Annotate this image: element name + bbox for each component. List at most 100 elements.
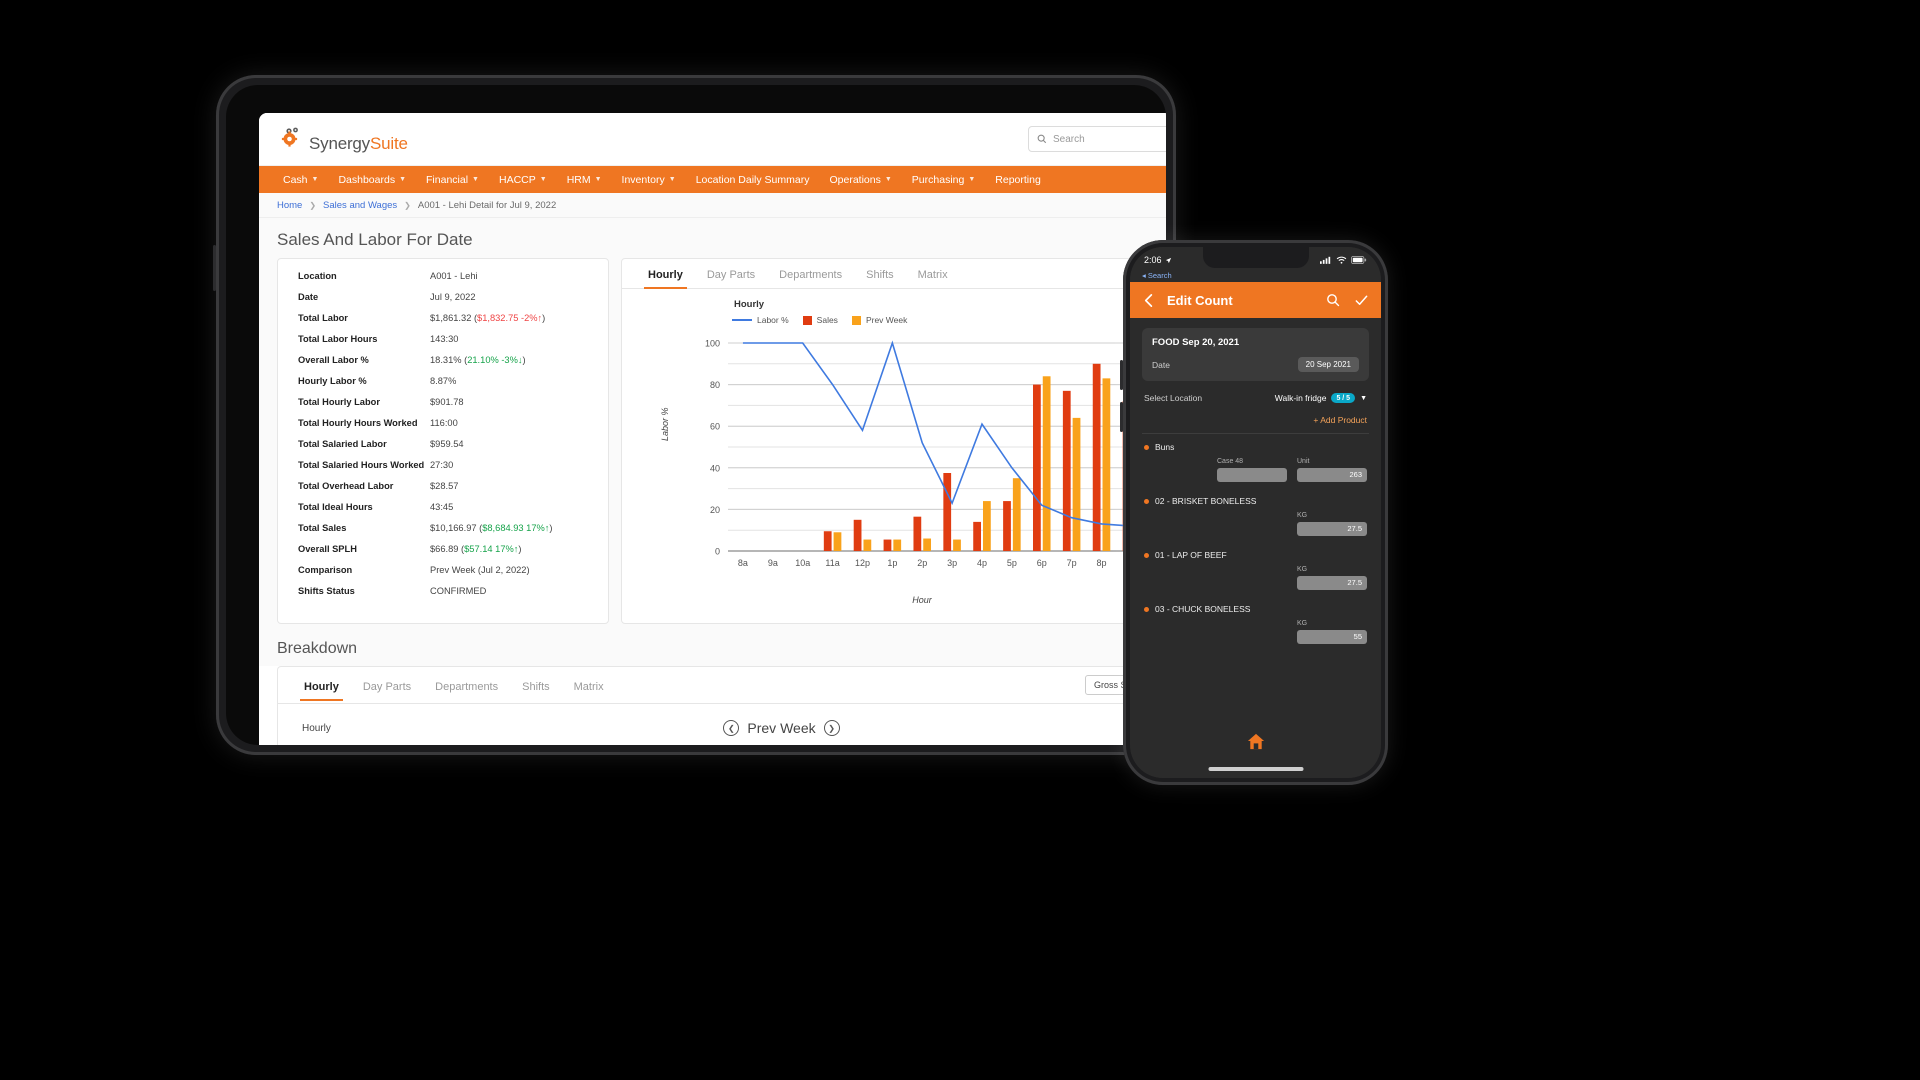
chevron-left-circle-icon[interactable]: ❮ [723,720,740,736]
count-date-value[interactable]: 20 Sep 2021 [1297,357,1359,372]
field-input[interactable]: 55 [1297,630,1367,644]
svg-text:60: 60 [710,422,720,432]
chart-area: Hourly Labor % Sales Prev Week Labor % 0… [622,289,1166,623]
field-input[interactable] [1217,468,1287,482]
chevron-right-icon: ❯ [404,200,411,210]
info-row-overall-labor-pct: Overall Labor % 18.31% (21.10% -3%↓) [298,354,526,365]
product-name: 02 - BRISKET BONELESS [1144,496,1367,506]
info-row-date: Date Jul 9, 2022 [298,291,476,302]
chevron-right-icon: ❯ [309,200,317,210]
nav-item-haccp[interactable]: HACCP ▼ [489,174,557,186]
value-delta: $8,684.93 17%↑ [482,522,550,533]
svg-text:0: 0 [715,547,720,557]
nav-item-hrm[interactable]: HRM ▼ [557,174,612,186]
app-top-bar: SynergySuite Search [259,113,1166,166]
info-row-total-hourly-labor: Total Hourly Labor $901.78 [298,396,464,407]
search-icon [1037,134,1047,144]
chart-tabs: Hourly Day Parts Departments Shifts Matr… [622,259,1166,289]
nav-item-reporting[interactable]: Reporting [985,174,1051,186]
field-input[interactable]: 27.5 [1297,522,1367,536]
chart-title: Hourly [734,299,765,310]
chevron-down-icon: ▼ [399,176,407,183]
breakdown-tab-day-parts[interactable]: Day Parts [351,671,423,700]
nav-item-operations[interactable]: Operations ▼ [819,174,901,186]
svg-text:11a: 11a [825,558,839,568]
screenshot-stage: SynergySuite Search Cash ▼ Dashboards ▼ … [0,0,1920,1080]
phone-clip: 2:06 ◂ Search Edit Count FOOD Sep 20, 20… [1130,247,1381,778]
breakdown-tab-shifts[interactable]: Shifts [510,671,562,700]
tab-day-parts[interactable]: Day Parts [695,259,767,288]
quantity-field[interactable]: KG 55 [1297,620,1367,644]
breakdown-header: Hourly Day Parts Departments Shifts Matr… [278,667,1166,704]
field-label: Case 48 [1217,458,1244,465]
phone-header-actions [1326,293,1369,308]
svg-text:6p: 6p [1037,558,1047,568]
tablet-device: SynergySuite Search Cash ▼ Dashboards ▼ … [213,75,1176,755]
nav-item-inventory[interactable]: Inventory ▼ [612,174,686,186]
value-delta: 21.10% -3%↓ [467,354,523,365]
nav-item-cash[interactable]: Cash ▼ [273,174,328,186]
check-icon[interactable] [1354,293,1369,308]
search-input[interactable]: Search [1028,126,1166,152]
tablet-volume-button [213,245,216,291]
list-item[interactable]: Buns Case 48 Unit 263 [1142,434,1369,488]
arrow-left-icon[interactable] [1142,293,1157,308]
list-item[interactable]: 03 - CHUCK BONELESS KG 55 [1142,596,1369,650]
home-icon[interactable] [1246,732,1265,756]
chevron-down-icon: ▼ [539,176,547,183]
tab-departments[interactable]: Departments [767,259,854,288]
phone-app-header: Edit Count [1130,282,1381,318]
field-input[interactable]: 27.5 [1297,576,1367,590]
quantity-field[interactable]: KG 27.5 [1297,566,1367,590]
field-input[interactable]: 263 [1297,468,1367,482]
field-label: KG [1297,566,1308,573]
breadcrumb-home[interactable]: Home [277,200,302,211]
info-row-total-salaried-hours-worked: Total Salaried Hours Worked 27:30 [298,459,454,470]
breakdown-tab-departments[interactable]: Departments [423,671,510,700]
breakdown-tab-matrix[interactable]: Matrix [562,671,616,700]
add-product-button[interactable]: + Add Product [1142,409,1369,433]
phone-home-indicator [1208,767,1303,771]
breakdown-row-label: Hourly [302,722,331,734]
nav-item-location-daily-summary[interactable]: Location Daily Summary [686,174,820,186]
product-name: Buns [1144,442,1367,452]
brand-logo[interactable]: SynergySuite [277,126,408,152]
value-close: ) [542,312,546,323]
nav-item-dashboards[interactable]: Dashboards ▼ [328,174,416,186]
legend-labor-pct[interactable]: Labor % [732,315,789,325]
legend-prev-week[interactable]: Prev Week [851,315,907,325]
breadcrumb-sales-and-wages[interactable]: Sales and Wages [323,200,397,211]
back-to-search-link[interactable]: ◂ Search [1130,271,1381,282]
product-fields: KG 27.5 [1144,512,1367,536]
location-name: Walk-in fridge [1274,393,1327,403]
value-main: $1,861.32 ( [430,312,478,323]
nav-item-financial[interactable]: Financial ▼ [416,174,489,186]
tab-shifts[interactable]: Shifts [854,259,906,288]
main-nav: Cash ▼ Dashboards ▼ Financial ▼ HACCP ▼ HRM ▼… [259,166,1166,193]
quantity-field[interactable]: Unit 263 [1297,458,1367,482]
chevron-right-circle-icon[interactable]: ❯ [823,720,840,736]
chevron-down-icon[interactable]: ▼ [1360,395,1367,402]
value-delta: $1,832.75 -2%↑ [477,312,543,323]
select-location-row[interactable]: Select Location Walk-in fridge 5 / 5 ▼ [1142,381,1369,409]
breakdown-tab-hourly[interactable]: Hourly [292,671,351,701]
legend-sales[interactable]: Sales [802,315,838,325]
tab-matrix[interactable]: Matrix [906,259,960,288]
chevron-down-icon: ▼ [668,176,676,183]
prev-week-label: Prev Week [747,720,816,736]
list-item[interactable]: 01 - LAP OF BEEF KG 27.5 [1142,542,1369,596]
info-row-total-labor: Total Labor $1,861.32 ($1,832.75 -2%↑) [298,312,546,323]
search-icon[interactable] [1326,293,1340,307]
quantity-field[interactable]: Case 48 [1217,458,1287,482]
quantity-field[interactable]: KG 27.5 [1297,512,1367,536]
info-row-total-hourly-hours-worked: Total Hourly Hours Worked 116:00 [298,417,458,428]
chevron-down-icon: ▼ [968,176,976,183]
info-row-total-labor-hours: Total Labor Hours 143:30 [298,333,459,344]
list-item[interactable]: 02 - BRISKET BONELESS KG 27.5 [1142,488,1369,542]
svg-text:100: 100 [705,339,720,349]
sales-labor-info-card: Location A001 - Lehi Date Jul 9, 2022 Tota… [277,258,609,624]
value-close: ) [518,543,522,554]
tab-hourly[interactable]: Hourly [636,259,695,289]
value-main: 18.31% ( [430,354,468,365]
nav-item-purchasing[interactable]: Purchasing ▼ [902,174,985,186]
